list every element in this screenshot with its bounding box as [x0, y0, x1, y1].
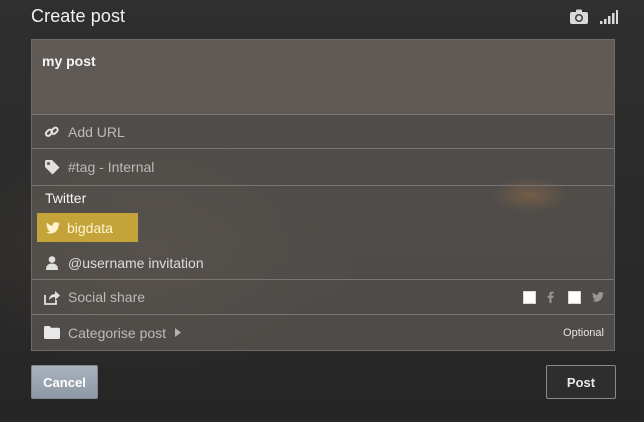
twitter-section: Twitter bigdata @username invitation: [32, 185, 614, 280]
twitter-share-icon: [592, 292, 604, 302]
social-share-row: Social share: [32, 279, 614, 314]
post-text-value: my post: [42, 53, 96, 69]
header-icons: [570, 9, 618, 29]
add-url-field[interactable]: Add URL: [32, 115, 614, 148]
categorise-post-row[interactable]: Categorise post Optional: [32, 314, 614, 350]
link-icon: [42, 124, 62, 140]
username-invitation-field[interactable]: @username invitation: [32, 253, 204, 273]
post-button[interactable]: Post: [546, 365, 616, 399]
twitter-hashtag-chip[interactable]: bigdata: [37, 213, 138, 242]
tag-placeholder: #tag - Internal: [68, 159, 155, 175]
dialog-title: Create post: [31, 6, 126, 26]
camera-icon[interactable]: [570, 9, 588, 29]
facebook-share-checkbox[interactable]: [523, 290, 536, 304]
share-icon: [42, 290, 62, 305]
twitter-hashtag-label: bigdata: [67, 219, 113, 236]
cancel-button[interactable]: Cancel: [31, 365, 98, 399]
twitter-share-checkbox[interactable]: [568, 290, 581, 304]
social-network-toggles: [523, 290, 604, 304]
add-url-placeholder: Add URL: [68, 123, 125, 140]
username-placeholder: @username invitation: [68, 255, 204, 271]
post-form-panel: my post Add URL #tag - Internal Twitter …: [31, 39, 615, 351]
post-text-input[interactable]: my post: [32, 40, 614, 115]
signal-icon[interactable]: [600, 10, 618, 29]
create-post-dialog: Create post my post Add URL #tag - Inter…: [0, 0, 644, 422]
folder-icon: [42, 326, 62, 339]
optional-label: Optional: [563, 326, 604, 339]
dialog-header: Create post: [31, 6, 618, 32]
social-share-label: Social share: [68, 289, 146, 305]
categorise-post-label: Categorise post: [68, 324, 167, 341]
caret-right-icon: [175, 328, 182, 337]
twitter-icon: [46, 221, 60, 234]
facebook-icon: [547, 291, 554, 303]
tag-field[interactable]: #tag - Internal: [32, 148, 614, 185]
twitter-heading: Twitter: [45, 190, 87, 206]
user-icon: [42, 256, 62, 270]
tag-icon: [42, 159, 62, 175]
